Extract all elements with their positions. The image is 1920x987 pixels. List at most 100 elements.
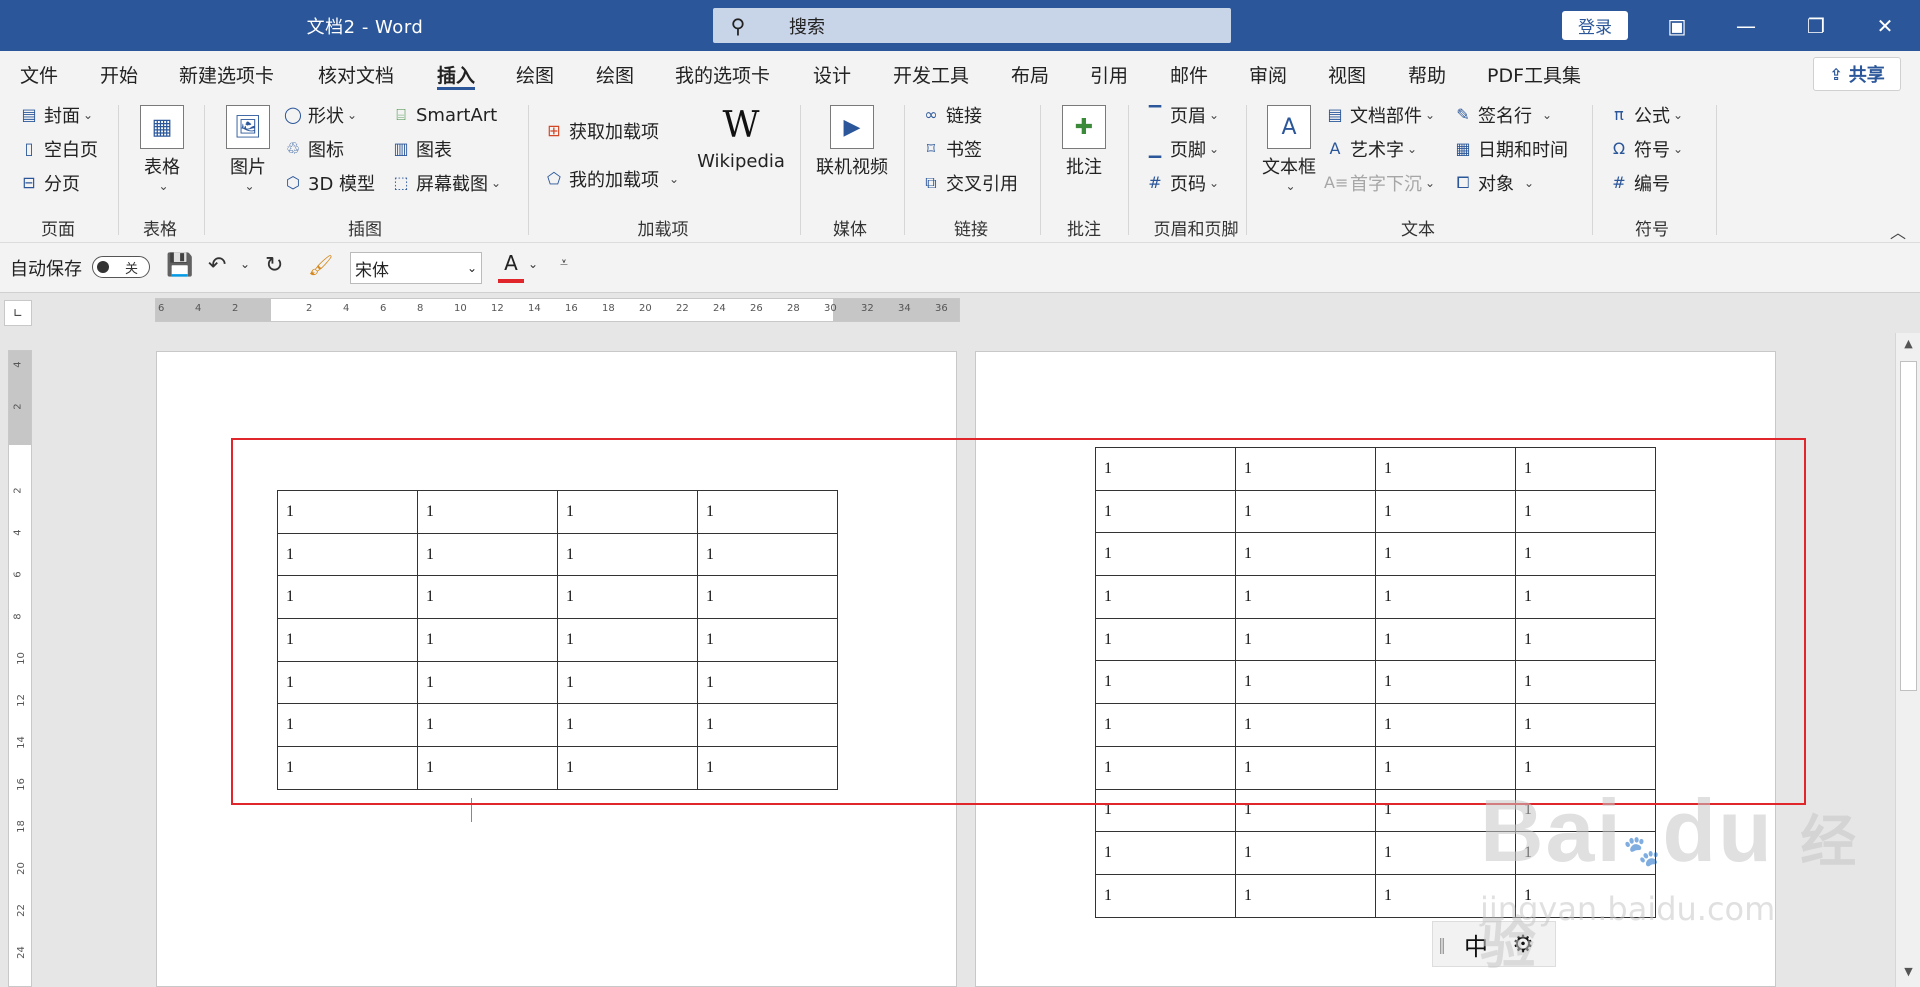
page-break-button[interactable]: ⊟ 分页 [18,169,80,197]
tab-insert[interactable]: 插入 [437,51,476,97]
icons-button[interactable]: ♲ 图标 [282,135,344,163]
minimize-icon[interactable]: — [1716,0,1776,51]
tab-developer[interactable]: 开发工具 [893,51,969,97]
tab-home[interactable]: 开始 [100,51,138,97]
tab-mailings[interactable]: 邮件 [1170,51,1208,97]
save-icon[interactable]: 💾 [166,253,193,278]
group-label-page: 页面 [41,220,75,240]
collapse-ribbon-icon[interactable]: ︿ [1890,219,1906,243]
shapes-button[interactable]: ◯ 形状 ⌄ [282,101,357,129]
comment-button[interactable]: ✚ 批注 [1056,105,1112,179]
get-addins-button[interactable]: ⊞ 获取加载项 [543,117,659,145]
tab-my-tab[interactable]: 我的选项卡 [675,51,770,97]
table-label: 表格 [144,157,180,178]
online-video-button[interactable]: ▶ 联机视频 [812,105,892,179]
restore-icon[interactable]: ❐ [1786,0,1846,51]
ruler-tick-label: 36 [935,303,948,314]
font-name-select[interactable]: 宋体 ⌄ [350,252,482,284]
tab-review[interactable]: 审阅 [1249,51,1287,97]
get-addins-label: 获取加载项 [569,122,659,143]
wikipedia-button[interactable]: W Wikipedia [697,105,785,172]
ribbon-separator [204,105,205,235]
equation-button[interactable]: π 公式 ⌄ [1608,101,1683,129]
cover-page-icon: ▤ [21,105,37,124]
table-cell[interactable]: 1 [1235,831,1376,875]
textbox-button[interactable]: A 文本框 ⌄ [1258,105,1320,193]
chart-button[interactable]: ▥ 图表 [390,135,452,163]
bookmark-button[interactable]: ⌑ 书签 [920,135,982,163]
share-label: 共享 [1848,65,1885,86]
chevron-down-icon[interactable]: ⌄ [240,257,250,271]
drop-cap-button[interactable]: A≡ 首字下沉 ⌄ [1324,169,1435,197]
blank-page-button[interactable]: ▯ 空白页 [18,135,98,163]
3d-model-button[interactable]: ⬡ 3D 模型 [282,169,375,197]
quick-parts-label: 文档部件 [1350,106,1422,127]
quick-parts-button[interactable]: ▤ 文档部件 ⌄ [1324,101,1435,129]
tab-draw-1[interactable]: 绘图 [516,51,554,97]
object-button[interactable]: ⧠ 对象 ⌄ [1452,169,1534,197]
autosave-toggle[interactable]: 关 [92,256,150,278]
date-time-button[interactable]: ▦ 日期和时间 [1452,135,1568,163]
page-number-button[interactable]: # 页码 ⌄ [1144,169,1219,197]
cross-reference-icon: ⧉ [925,173,937,192]
login-button[interactable]: 登录 [1562,11,1628,40]
customize-qat-icon[interactable]: ⩡ [560,255,568,271]
format-painter-icon[interactable]: 🖌 [308,253,333,277]
table-cell[interactable]: 1 [1095,831,1236,875]
tab-new-tab[interactable]: 新建选项卡 [179,51,274,97]
wordart-button[interactable]: A 艺术字 ⌄ [1324,135,1418,163]
signature-line-button[interactable]: ✎ 签名行 ⌄ [1452,101,1552,129]
scroll-down-icon[interactable]: ▼ [1899,965,1918,983]
my-addins-button[interactable]: ⬠ 我的加载项 ⌄ [543,165,679,193]
picture-button[interactable]: 🖼 图片 ⌄ [222,105,274,193]
tab-design[interactable]: 设计 [813,51,851,97]
table-cell[interactable]: 1 [1235,873,1376,918]
redo-icon[interactable]: ↻ [265,253,283,278]
vertical-scrollbar[interactable]: ▲ ▼ [1895,333,1920,987]
undo-icon[interactable]: ↶ [208,253,226,278]
tab-proofread[interactable]: 核对文档 [318,51,394,97]
picture-icon: 🖼 [226,105,270,149]
scroll-thumb[interactable] [1900,361,1917,691]
ribbon-display-icon[interactable]: ▣ [1647,0,1707,51]
font-color-button[interactable]: A [498,251,524,283]
my-addins-label: 我的加载项 [569,170,659,191]
ruler-tick-label: 4 [12,529,24,536]
table-cell[interactable]: 1 [1095,873,1236,918]
header-button[interactable]: ▔ 页眉 ⌄ [1144,101,1219,129]
tab-view[interactable]: 视图 [1328,51,1366,97]
footer-button[interactable]: ▁ 页脚 ⌄ [1144,135,1219,163]
drag-handle-icon[interactable]: ‖ [1433,935,1451,954]
ruler-tick-label: 2 [232,303,239,314]
cross-reference-button[interactable]: ⧉ 交叉引用 [920,169,1018,197]
video-icon: ▶ [830,105,874,149]
chevron-down-icon[interactable]: ⌄ [528,257,538,271]
numbering-button[interactable]: # 编号 [1608,169,1670,197]
store-icon: ⊞ [547,121,561,140]
cover-page-button[interactable]: ▤ 封面 ⌄ [18,101,93,129]
tab-draw-2[interactable]: 绘图 [596,51,634,97]
tab-file[interactable]: 文件 [20,51,58,97]
close-icon[interactable]: ✕ [1855,0,1915,51]
tab-layout[interactable]: 布局 [1011,51,1049,97]
share-button[interactable]: ⇪ 共享 [1813,57,1901,91]
ruler-tick-label: 8 [417,303,424,314]
screenshot-label: 屏幕截图 [416,174,488,195]
table-button[interactable]: ▦ 表格 ⌄ [136,105,188,193]
vertical-ruler[interactable]: 4 2 2 4 6 8 10 12 14 16 18 20 22 24 [8,350,32,987]
symbol-button[interactable]: Ω 符号 ⌄ [1608,135,1683,163]
ribbon: ▤ 封面 ⌄ ▯ 空白页 ⊟ 分页 页面 ▦ 表格 ⌄ 表格 🖼 图片 ⌄ ◯ 形状 ⌄ ♲… [0,97,1920,243]
textbox-icon: A [1267,105,1311,149]
search-box[interactable]: ⚲ 搜索 [713,8,1231,43]
ribbon-separator [528,105,529,235]
horizontal-ruler[interactable]: 6 4 2 2 4 6 8 10 12 14 16 18 20 22 24 26 28 30 32 34 36 [155,298,960,322]
link-button[interactable]: ∞ 链接 [920,101,982,129]
smartart-button[interactable]: ⌸ SmartArt [390,101,497,129]
ruler-tick-label: 6 [158,303,165,314]
tab-selector-icon[interactable]: ∟ [4,300,32,326]
tab-help[interactable]: 帮助 [1408,51,1446,97]
scroll-up-icon[interactable]: ▲ [1899,337,1918,355]
screenshot-button[interactable]: ⬚ 屏幕截图 ⌄ [390,169,501,197]
tab-references[interactable]: 引用 [1090,51,1128,97]
tab-pdf-tools[interactable]: PDF工具集 [1487,51,1581,97]
